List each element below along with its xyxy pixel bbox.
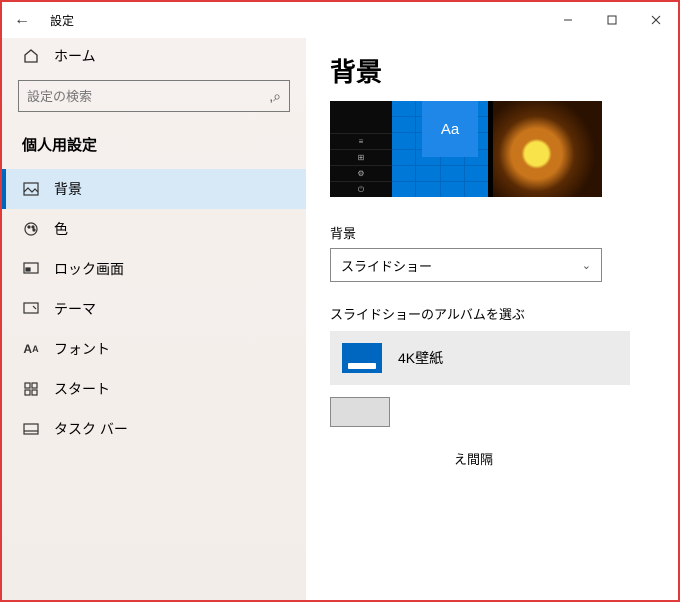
- sidebar: ホーム ,︎⌕ 個人用設定 背景 色 ロック画面 テーマ AA フォント: [2, 38, 306, 600]
- minimize-button[interactable]: [546, 5, 590, 35]
- font-icon: AA: [22, 340, 40, 358]
- nav-label: フォント: [54, 339, 110, 359]
- maximize-button[interactable]: [590, 5, 634, 35]
- nav-colors[interactable]: 色: [14, 209, 294, 249]
- background-label: 背景: [330, 223, 670, 242]
- home-icon: [22, 47, 40, 65]
- close-button[interactable]: [634, 5, 678, 35]
- background-dropdown[interactable]: スライドショー ⌄: [330, 248, 602, 282]
- nav-themes[interactable]: テーマ: [14, 289, 294, 329]
- content-pane: 背景 ≡⊞⚙⏻ Aa 背景 スライドショー ⌄ スライドショーのアルバムを選ぶ …: [306, 38, 678, 600]
- nav-label: ロック画面: [54, 259, 124, 279]
- nav-label: テーマ: [54, 299, 96, 319]
- album-label: スライドショーのアルバムを選ぶ: [330, 304, 670, 323]
- picture-icon: [22, 180, 40, 198]
- nav-label: 色: [54, 219, 68, 239]
- title-bar: ← 設定: [2, 2, 678, 38]
- window-title: 設定: [50, 12, 74, 29]
- back-button[interactable]: ←: [2, 11, 42, 29]
- interval-label-fragment: え間隔: [454, 449, 670, 468]
- lockscreen-icon: [22, 260, 40, 278]
- nav-label: タスク バー: [54, 419, 128, 439]
- background-dropdown-value: スライドショー: [341, 256, 432, 275]
- accent-indicator: [598, 101, 602, 197]
- preview-aa-tile: Aa: [422, 101, 478, 157]
- search-icon: ,︎⌕: [269, 88, 281, 105]
- nav-taskbar[interactable]: タスク バー: [14, 409, 294, 449]
- album-name: 4K壁紙: [398, 348, 443, 368]
- home-link[interactable]: ホーム: [14, 38, 294, 80]
- section-title: 個人用設定: [14, 130, 294, 169]
- start-icon: [22, 380, 40, 398]
- home-label: ホーム: [54, 46, 96, 66]
- nav-label: スタート: [54, 379, 110, 399]
- nav-background[interactable]: 背景: [2, 169, 306, 209]
- search-input[interactable]: [27, 89, 269, 104]
- search-box[interactable]: ,︎⌕: [18, 80, 290, 112]
- nav-lockscreen[interactable]: ロック画面: [14, 249, 294, 289]
- album-row[interactable]: 4K壁紙: [330, 331, 630, 385]
- nav-start[interactable]: スタート: [14, 369, 294, 409]
- theme-icon: [22, 300, 40, 318]
- nav-label: 背景: [54, 179, 82, 199]
- browse-button[interactable]: [330, 397, 390, 427]
- album-thumb-icon: [342, 343, 382, 373]
- palette-icon: [22, 220, 40, 238]
- preview-taskbar: ≡⊞⚙⏻: [330, 101, 392, 197]
- nav-fonts[interactable]: AA フォント: [14, 329, 294, 369]
- taskbar-icon: [22, 420, 40, 438]
- page-title: 背景: [330, 52, 670, 89]
- desktop-preview: ≡⊞⚙⏻ Aa: [330, 101, 602, 197]
- chevron-down-icon: ⌄: [582, 259, 591, 272]
